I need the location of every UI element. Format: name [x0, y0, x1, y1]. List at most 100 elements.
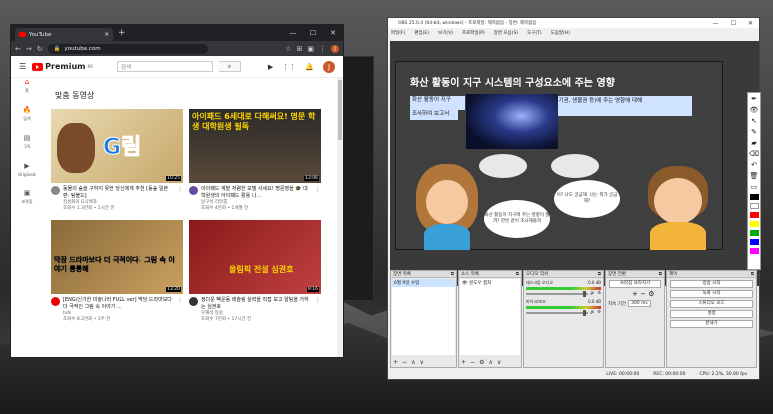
pen-logo-icon[interactable]: ✒ [751, 95, 757, 103]
settings-button[interactable]: 설정 [670, 310, 753, 318]
new-tab-button[interactable]: + [118, 28, 126, 38]
menu-edit[interactable]: 편집(E) [414, 30, 429, 36]
page-scrollbar[interactable] [337, 78, 343, 357]
channel-avatar[interactable] [51, 297, 60, 306]
back-icon[interactable]: ← [15, 45, 21, 53]
start-streaming-button[interactable]: 방송 시작 [670, 280, 753, 288]
add-icon[interactable]: + [632, 290, 638, 298]
apps-icon[interactable]: ⋮⋮ [282, 63, 296, 71]
menu-file[interactable]: 파일(F) [391, 30, 405, 36]
video-card[interactable]: 아이패드 6세대로 다해써요! 명문 학생 대학원생 필독 13:06 아이패드… [189, 109, 321, 212]
start-recording-button[interactable]: 녹화 시작 [670, 290, 753, 298]
duration-input[interactable]: 300 ms [628, 300, 651, 307]
transition-select[interactable]: 사라짐 사라지기 [609, 280, 661, 288]
video-title[interactable]: 동물의 숲을 구하지 못한 당신에게 추천 [동숲 일본판: 팀블드] [63, 186, 174, 200]
scrollbar-thumb[interactable] [338, 80, 342, 140]
gear-icon[interactable]: ⚙ [648, 290, 654, 298]
nav-subscriptions[interactable]: ▤ 구독 [11, 134, 43, 150]
add-icon[interactable]: + [461, 359, 466, 366]
screen-icon[interactable]: ▭ [751, 183, 758, 191]
video-title[interactable]: 아이패드 계발 저렴한 모델 사세요! 명문영을 🎓 대학원생의 아이패드 활용… [201, 186, 312, 200]
user-avatar[interactable]: J [323, 60, 335, 73]
video-thumbnail[interactable]: 아이패드 6세대로 다해써요! 명문 학생 대학원생 필독 13:06 [189, 109, 321, 183]
star-icon[interactable]: ☆ [285, 45, 291, 53]
obs-close-button[interactable]: ✕ [748, 20, 753, 27]
down-icon[interactable]: ∨ [419, 359, 423, 366]
obs-maximize-button[interactable]: ☐ [731, 20, 736, 27]
cast-icon[interactable]: ▣ [307, 45, 314, 53]
speaker-icon[interactable]: 🔊 [590, 290, 595, 295]
create-video-icon[interactable]: ▶︎ [268, 63, 273, 71]
video-title[interactable]: [ENG/신기한 미술나라 FULL ver] 딱당 드라마보다 더 극적인 그… [63, 297, 174, 311]
menu-help[interactable]: 도움말(H) [551, 30, 570, 36]
color-swatch-yellow[interactable] [749, 221, 759, 227]
eye-icon[interactable]: 👁 [462, 281, 468, 286]
up-icon[interactable]: ∧ [488, 359, 492, 366]
gear-icon[interactable]: ⚙ [479, 359, 484, 366]
menu-scene-collection[interactable]: 장면 모음(S) [494, 30, 518, 36]
nav-explore[interactable]: 🔥 탐색 [11, 106, 43, 122]
color-swatch-red[interactable] [749, 212, 759, 218]
tab-youtube[interactable]: YouTube ✕ [15, 28, 113, 41]
video-thumbnail[interactable]: 막장 드라마보다 더 극적이다! 그림 속 이야기 통통해 13:20 [51, 220, 183, 294]
pen-icon[interactable]: ✎ [751, 128, 757, 136]
trash-icon[interactable]: 🗑 [750, 172, 759, 180]
remove-icon[interactable]: − [402, 359, 407, 366]
video-title[interactable]: 정다운 빡운동 레슬링 실력을 직접 보고 알팅을 가하는 심권호 [201, 297, 312, 311]
add-icon[interactable]: + [393, 359, 398, 366]
speaker-icon[interactable]: 🔊 [590, 309, 595, 314]
channel-avatar[interactable] [189, 186, 198, 195]
cursor-icon[interactable]: ↖ [751, 117, 757, 125]
obs-window[interactable]: OBS 25.0.4 (64-bit, windows) - 프로파일: 제목없… [387, 17, 760, 380]
chrome-window[interactable]: YouTube ✕ + — ☐ ✕ ← → ↻ 🔒 youtube.com ☆ … [10, 24, 344, 358]
eraser-icon[interactable]: ⌫ [749, 150, 759, 158]
video-card[interactable]: 막장 드라마보다 더 극적이다! 그림 속 이야기 통통해 13:20 [ENG… [51, 220, 183, 323]
up-icon[interactable]: ∧ [411, 359, 415, 366]
nav-originals[interactable]: ▶ Originals [11, 162, 43, 177]
video-menu-icon[interactable]: ⋮ [177, 297, 183, 323]
volume-slider[interactable] [526, 290, 589, 297]
bell-icon[interactable]: 🔔 [305, 63, 314, 71]
down-icon[interactable]: ∨ [497, 359, 501, 366]
gear-icon[interactable]: ⚙ [597, 290, 601, 295]
obs-preview[interactable]: 화산 활동이 지구 시스템의 구성요소에 주는 영향 화산 활동이 지구 조사하… [390, 41, 759, 286]
channel-avatar[interactable] [189, 297, 198, 306]
video-menu-icon[interactable]: ⋮ [177, 186, 183, 212]
nav-home[interactable]: ⌂ 홈 [11, 78, 43, 94]
address-bar[interactable]: 🔒 youtube.com [47, 43, 208, 54]
tab-close-icon[interactable]: ✕ [104, 32, 109, 38]
minimize-button[interactable]: — [283, 29, 303, 37]
video-card[interactable]: G림 10:25 동물의 숲을 구하지 못한 당신에게 추천 [동숲 일본판: … [51, 109, 183, 212]
exit-button[interactable]: 끝내기 [670, 320, 753, 328]
close-button[interactable]: ✕ [323, 29, 343, 37]
studio-mode-button[interactable]: 스튜디오 모드 [670, 300, 753, 308]
video-thumbnail[interactable]: 올림픽 전설 심권호 9:16 [189, 220, 321, 294]
channel-avatar[interactable] [51, 186, 60, 195]
menu-view[interactable]: 보기(V) [438, 30, 453, 36]
gear-icon[interactable]: ⚙ [597, 309, 601, 314]
color-swatch-blue[interactable] [749, 239, 759, 245]
video-menu-icon[interactable]: ⋮ [315, 186, 321, 212]
color-swatch-magenta[interactable] [749, 248, 759, 254]
color-swatch-white[interactable] [749, 203, 759, 209]
volume-slider[interactable] [526, 309, 589, 316]
nav-library[interactable]: ▣ 보관함 [11, 189, 43, 205]
menu-profile[interactable]: 프로파일(P) [462, 30, 485, 36]
obs-minimize-button[interactable]: — [713, 20, 719, 27]
search-button[interactable]: ⌕ [218, 61, 241, 72]
remove-icon[interactable]: − [640, 290, 646, 298]
menu-tools[interactable]: 도구(T) [527, 30, 542, 36]
scene-item[interactable]: 6월 9일 수업 [392, 279, 455, 287]
extension-icon[interactable]: ⊞ [297, 45, 303, 53]
search-input[interactable]: 검색 [116, 61, 213, 72]
eye-icon[interactable]: 👁 [750, 106, 759, 114]
video-thumbnail[interactable]: G림 10:25 [51, 109, 183, 183]
color-swatch-green[interactable] [749, 230, 759, 236]
video-card[interactable]: 올림픽 전설 심권호 9:16 정다운 빡운동 레슬링 실력을 직접 보고 알팅… [189, 220, 321, 323]
youtube-logo[interactable]: Premium KR [32, 62, 93, 71]
hamburger-menu-icon[interactable]: ☰ [19, 62, 26, 71]
forward-icon[interactable]: → [26, 45, 32, 53]
profile-avatar[interactable]: J [331, 44, 339, 53]
highlighter-icon[interactable]: ▰ [751, 139, 756, 147]
maximize-button[interactable]: ☐ [303, 29, 323, 37]
